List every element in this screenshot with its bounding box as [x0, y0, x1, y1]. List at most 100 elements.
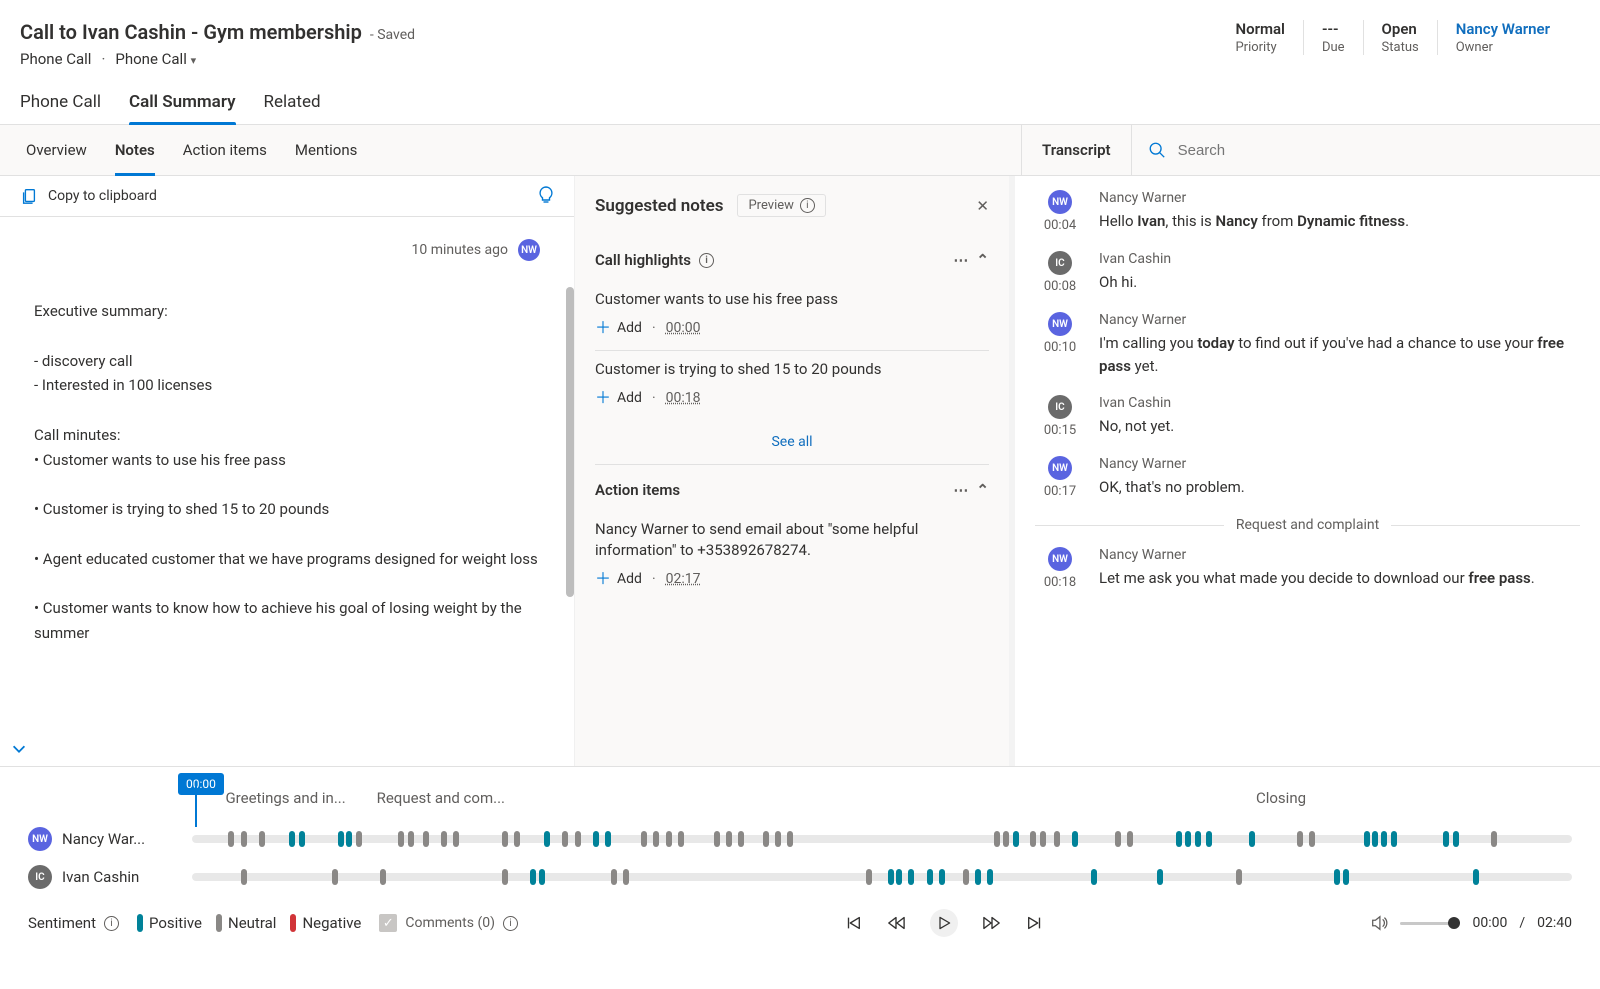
playhead-line[interactable]	[195, 785, 197, 827]
sentiment-blip[interactable]	[1372, 831, 1378, 847]
transcript-row[interactable]: NW00:18 Nancy WarnerLet me ask you what …	[1035, 547, 1580, 590]
sentiment-blip[interactable]	[1364, 831, 1370, 847]
sentiment-blip[interactable]	[514, 831, 520, 847]
sentiment-blip[interactable]	[502, 831, 508, 847]
sentiment-blip[interactable]	[1054, 831, 1060, 847]
transcript-row[interactable]: NW00:10 Nancy WarnerI'm calling you toda…	[1035, 312, 1580, 377]
subtab-notes[interactable]: Notes	[115, 125, 155, 175]
sentiment-blip[interactable]	[1206, 831, 1212, 847]
sentiment-blip[interactable]	[398, 831, 404, 847]
sentiment-blip[interactable]	[1473, 869, 1479, 885]
sentiment-blip[interactable]	[1334, 869, 1340, 885]
play-button[interactable]	[930, 909, 958, 937]
forward-button[interactable]	[982, 914, 1002, 932]
due-field[interactable]: --- Due	[1303, 20, 1363, 55]
transcript-row[interactable]: NW00:17 Nancy WarnerOK, that's no proble…	[1035, 456, 1580, 499]
sentiment-blip[interactable]	[241, 869, 247, 885]
priority-field[interactable]: Normal Priority	[1217, 20, 1302, 55]
timestamp-link[interactable]: 00:00	[666, 320, 701, 336]
sentiment-blip[interactable]	[1185, 831, 1191, 847]
sentiment-blip[interactable]	[1491, 831, 1497, 847]
see-all-link[interactable]: See all	[595, 420, 989, 465]
sentiment-blip[interactable]	[726, 831, 732, 847]
transcript-row[interactable]: IC00:15 Ivan CashinNo, not yet.	[1035, 395, 1580, 438]
sentiment-blip[interactable]	[714, 831, 720, 847]
sentiment-blip[interactable]	[888, 869, 894, 885]
owner-field[interactable]: Nancy Warner Owner	[1437, 20, 1568, 55]
transcript-row[interactable]: NW00:04 Nancy WarnerHello Ivan, this is …	[1035, 190, 1580, 233]
sentiment-blip[interactable]	[1343, 869, 1349, 885]
sentiment-blip[interactable]	[963, 869, 969, 885]
sentiment-blip[interactable]	[653, 831, 659, 847]
sentiment-blip[interactable]	[1176, 831, 1182, 847]
tab-phone-call[interactable]: Phone Call	[20, 92, 101, 124]
sentiment-blip[interactable]	[994, 831, 1000, 847]
more-icon[interactable]: ⋯	[953, 481, 968, 499]
sentiment-blip[interactable]	[775, 831, 781, 847]
sentiment-blip[interactable]	[1040, 831, 1046, 847]
sentiment-blip[interactable]	[1115, 831, 1121, 847]
sentiment-blip[interactable]	[1297, 831, 1303, 847]
note-body[interactable]: Executive summary: - discovery call - In…	[34, 299, 540, 646]
skip-end-button[interactable]	[1026, 914, 1044, 932]
sentiment-blip[interactable]	[408, 831, 414, 847]
sentiment-blip[interactable]	[1453, 831, 1459, 847]
preview-badge[interactable]: Preview i	[737, 194, 825, 217]
subtab-action-items[interactable]: Action items	[183, 125, 267, 175]
sentiment-blip[interactable]	[1391, 831, 1397, 847]
timestamp-link[interactable]: 00:18	[666, 390, 701, 406]
sentiment-blip[interactable]	[1127, 831, 1133, 847]
sentiment-blip[interactable]	[1030, 831, 1036, 847]
sentiment-blip[interactable]	[666, 831, 672, 847]
info-icon[interactable]: i	[699, 253, 714, 268]
sentiment-blip[interactable]	[987, 869, 993, 885]
sentiment-blip[interactable]	[1443, 831, 1449, 847]
add-button[interactable]: ＋Add	[595, 390, 642, 406]
sentiment-blip[interactable]	[1091, 869, 1097, 885]
sentiment-blip[interactable]	[423, 831, 429, 847]
tab-call-summary[interactable]: Call Summary	[129, 92, 236, 124]
sentiment-blip[interactable]	[611, 869, 617, 885]
form-selector[interactable]: Phone Call ▾	[115, 50, 196, 68]
sentiment-blip[interactable]	[259, 831, 265, 847]
sentiment-blip[interactable]	[1249, 831, 1255, 847]
add-button[interactable]: ＋Add	[595, 320, 642, 336]
sentiment-blip[interactable]	[1236, 869, 1242, 885]
comments-toggle[interactable]: ✓ Comments (0) i	[379, 914, 518, 932]
sentiment-blip[interactable]	[605, 831, 611, 847]
lightbulb-icon[interactable]	[538, 186, 554, 206]
sentiment-blip[interactable]	[338, 831, 344, 847]
sentiment-blip[interactable]	[530, 869, 536, 885]
sentiment-blip[interactable]	[593, 831, 599, 847]
sentiment-blip[interactable]	[975, 869, 981, 885]
sentiment-blip[interactable]	[441, 831, 447, 847]
sentiment-blip[interactable]	[539, 869, 545, 885]
sentiment-blip[interactable]	[763, 831, 769, 847]
sentiment-blip[interactable]	[908, 869, 914, 885]
sentiment-blip[interactable]	[380, 869, 386, 885]
sentiment-blip[interactable]	[228, 831, 234, 847]
search-input[interactable]	[1176, 141, 1584, 160]
sentiment-blip[interactable]	[787, 831, 793, 847]
sentiment-blip[interactable]	[453, 831, 459, 847]
tab-related[interactable]: Related	[264, 92, 321, 124]
sentiment-blip[interactable]	[1309, 831, 1315, 847]
subtab-overview[interactable]: Overview	[26, 125, 87, 175]
sentiment-blip[interactable]	[346, 831, 352, 847]
sentiment-blip[interactable]	[1157, 869, 1163, 885]
sentiment-blip[interactable]	[332, 869, 338, 885]
expand-notes-button[interactable]	[10, 740, 28, 758]
sentiment-blip[interactable]	[1072, 831, 1078, 847]
transcript-row[interactable]: IC00:08 Ivan CashinOh hi.	[1035, 251, 1580, 294]
sentiment-track[interactable]	[192, 835, 1572, 843]
sentiment-blip[interactable]	[866, 869, 872, 885]
sentiment-track[interactable]	[192, 873, 1572, 881]
sentiment-blip[interactable]	[641, 831, 647, 847]
sentiment-blip[interactable]	[1195, 831, 1201, 847]
rewind-button[interactable]	[886, 914, 906, 932]
volume-icon[interactable]	[1370, 914, 1388, 932]
sentiment-blip[interactable]	[299, 831, 305, 847]
close-suggested-button[interactable]: ✕	[976, 197, 989, 215]
sentiment-blip[interactable]	[927, 869, 933, 885]
copy-button[interactable]: Copy to clipboard	[48, 188, 157, 204]
